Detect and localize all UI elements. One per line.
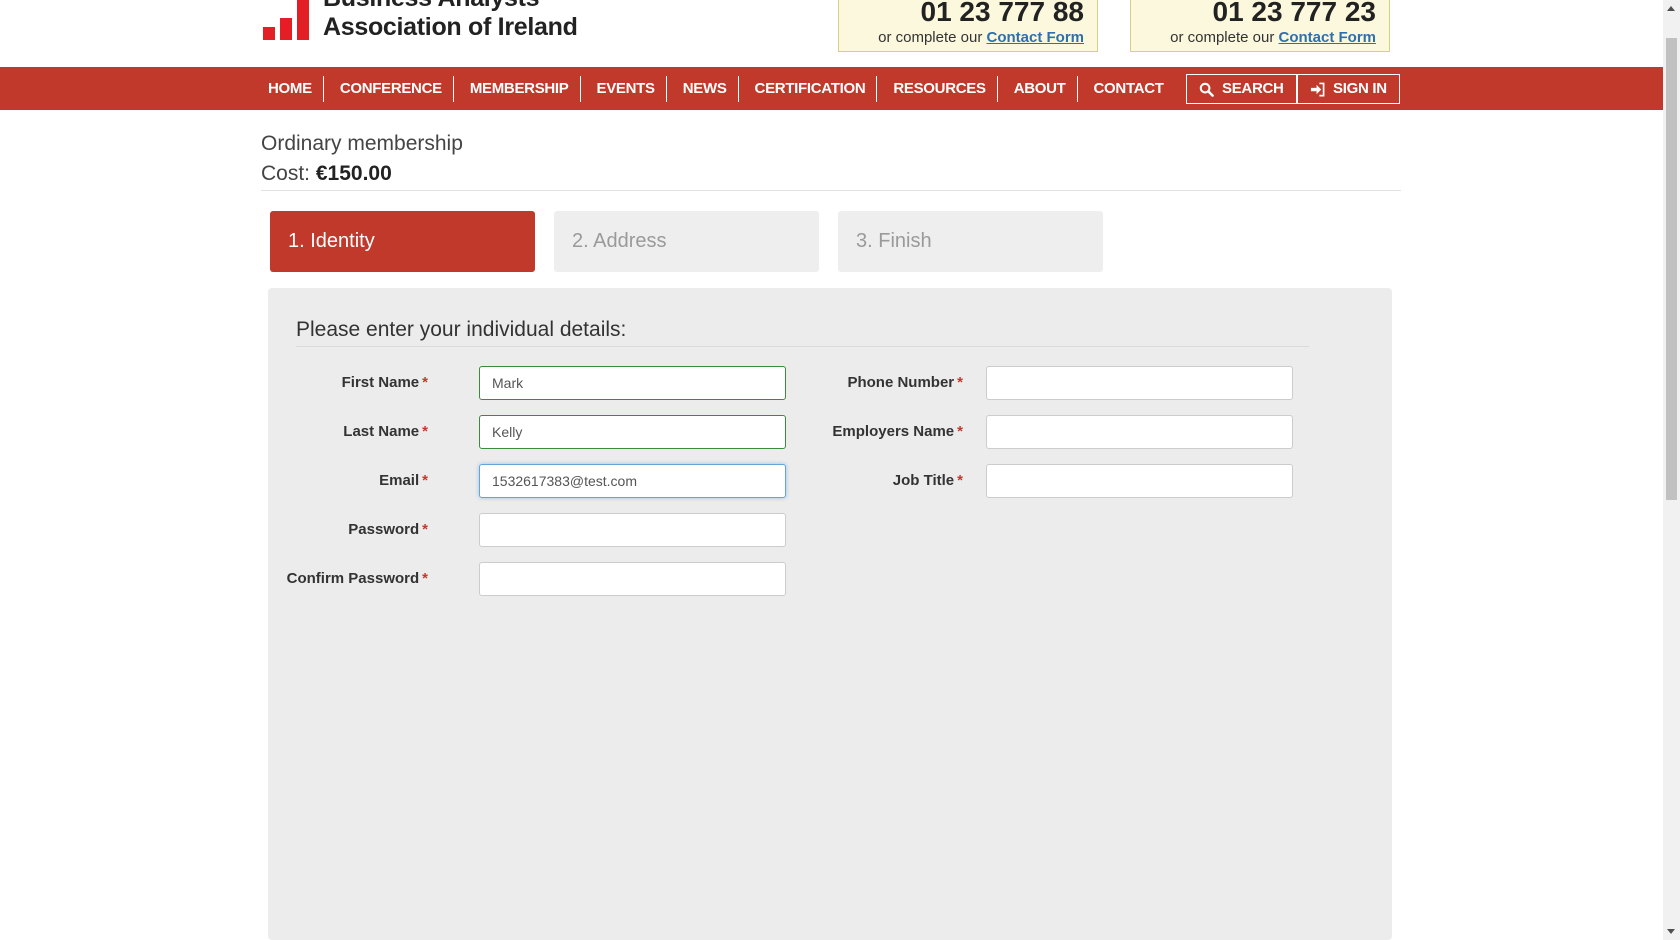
nav-items: HOME CONFERENCE MEMBERSHIP EVENTS NEWS C… [263, 67, 1186, 110]
form-title-divider [296, 346, 1309, 347]
required-marker: * [422, 521, 428, 538]
nav-item-certification[interactable]: CERTIFICATION [750, 75, 878, 102]
nav-item-about[interactable]: ABOUT [1009, 75, 1078, 102]
required-marker: * [422, 472, 428, 489]
form-title: Please enter your individual details: [296, 318, 627, 341]
logo-text: Business Analysts Association of Ireland [323, 0, 578, 42]
first-name-label: First Name * [268, 366, 428, 400]
contact-line-2: or complete our Contact Form [1131, 27, 1376, 49]
contact-prefix-2: or complete our [1170, 29, 1275, 46]
required-marker: * [422, 423, 428, 440]
contact-line-1: or complete our Contact Form [839, 27, 1084, 49]
contact-box-1: 01 23 777 88 or complete our Contact For… [838, 0, 1098, 52]
required-marker: * [957, 423, 963, 440]
search-icon [1199, 82, 1214, 97]
site-header: Business Analysts Association of Ireland… [0, 0, 1663, 67]
first-name-label-text: First Name [341, 374, 420, 391]
nav-item-home[interactable]: HOME [263, 75, 324, 102]
sign-in-button[interactable]: SIGN IN [1297, 74, 1400, 104]
sign-in-button-label: SIGN IN [1333, 80, 1387, 97]
required-marker: * [422, 374, 428, 391]
required-marker: * [422, 570, 428, 587]
search-button[interactable]: SEARCH [1186, 74, 1297, 104]
form-panel: Please enter your individual details: Fi… [268, 288, 1392, 940]
logo-line-1: Business Analysts [323, 0, 578, 13]
password-label-text: Password [348, 521, 420, 538]
employers-name-input[interactable] [986, 415, 1293, 449]
cost-value: €150.00 [315, 162, 392, 185]
employers-name-label: Employers Name * [773, 415, 963, 449]
step-finish[interactable]: 3. Finish [838, 211, 1103, 272]
job-title-label-text: Job Title [892, 472, 955, 489]
scroll-up-icon[interactable] [1667, 6, 1675, 11]
contact-form-link-2[interactable]: Contact Form [1279, 29, 1377, 46]
phone-number-label: Phone Number * [773, 366, 963, 400]
confirm-password-label-text: Confirm Password [286, 570, 420, 587]
nav-item-resources[interactable]: RESOURCES [888, 75, 998, 102]
contact-phone-2: 01 23 777 23 [1212, 0, 1377, 27]
contact-prefix-1: or complete our [878, 29, 983, 46]
email-label-text: Email [379, 472, 420, 489]
nav-item-news[interactable]: NEWS [678, 75, 739, 102]
membership-title: Ordinary membership [261, 132, 463, 155]
scroll-down-icon[interactable] [1667, 929, 1675, 934]
step-identity[interactable]: 1. Identity [270, 211, 535, 272]
last-name-label: Last Name * [268, 415, 428, 449]
phone-number-input[interactable] [986, 366, 1293, 400]
cost-label: Cost: [261, 162, 311, 185]
scroll-thumb[interactable] [1666, 38, 1677, 500]
contact-phone-1: 01 23 777 88 [920, 0, 1085, 27]
nav-item-conference[interactable]: CONFERENCE [335, 75, 454, 102]
last-name-input[interactable] [479, 415, 786, 449]
step-address[interactable]: 2. Address [554, 211, 819, 272]
email-label: Email * [268, 464, 428, 498]
job-title-input[interactable] [986, 464, 1293, 498]
confirm-password-input[interactable] [479, 562, 786, 596]
search-button-label: SEARCH [1222, 80, 1284, 97]
job-title-label: Job Title * [773, 464, 963, 498]
membership-cost: Cost: €150.00 [261, 162, 392, 186]
phone-number-label-text: Phone Number [847, 374, 955, 391]
last-name-label-text: Last Name [343, 423, 420, 440]
first-name-input[interactable] [479, 366, 786, 400]
email-input[interactable] [479, 464, 786, 498]
employers-name-label-text: Employers Name [832, 423, 955, 440]
contact-form-link-1[interactable]: Contact Form [987, 29, 1085, 46]
confirm-password-label: Confirm Password * [268, 562, 428, 596]
required-marker: * [957, 374, 963, 391]
logo-line-2: Association of Ireland [323, 13, 578, 41]
logo-bars-icon [263, 0, 313, 40]
password-input[interactable] [479, 513, 786, 547]
sign-in-icon [1310, 82, 1325, 96]
page-scrollbar[interactable] [1663, 0, 1680, 940]
required-marker: * [957, 472, 963, 489]
password-label: Password * [268, 513, 428, 547]
nav-item-membership[interactable]: MEMBERSHIP [465, 75, 581, 102]
contact-box-2: 01 23 777 23 or complete our Contact For… [1130, 0, 1390, 52]
nav-item-events[interactable]: EVENTS [592, 75, 667, 102]
title-divider [261, 190, 1401, 191]
main-nav: HOME CONFERENCE MEMBERSHIP EVENTS NEWS C… [0, 67, 1663, 110]
nav-item-contact[interactable]: CONTACT [1089, 76, 1175, 102]
